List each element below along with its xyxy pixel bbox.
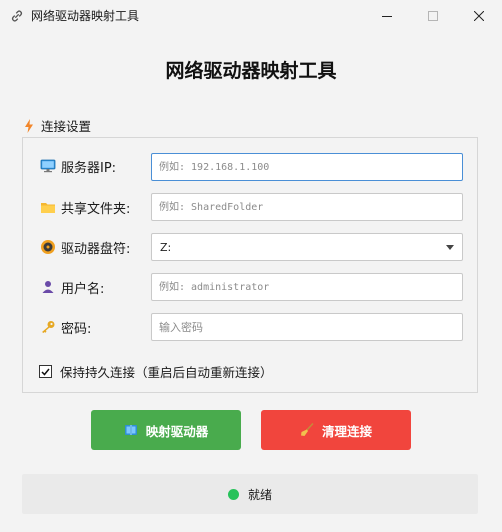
link-icon <box>12 10 22 21</box>
status-indicator-icon <box>227 488 239 500</box>
clear-connections-button[interactable]: 清理连接 <box>261 410 411 450</box>
drive-letter-select[interactable]: Z: <box>151 233 463 261</box>
title-bar: 网络驱动器映射工具 <box>0 0 502 31</box>
drive-label: 驱动器盘符: <box>61 241 131 257</box>
server-ip-input[interactable] <box>151 153 463 181</box>
map-drive-button-label: 映射驱动器 <box>145 423 209 439</box>
persistent-label: 保持持久连接（重启后自动重新连接） <box>60 365 273 380</box>
checkmark-icon <box>41 368 50 376</box>
maximize-button[interactable] <box>410 0 456 31</box>
password-input[interactable] <box>151 313 463 341</box>
close-button[interactable] <box>456 0 502 31</box>
page-title: 网络驱动器映射工具 <box>165 60 337 82</box>
drive-row: 驱动器盘符: <box>40 233 130 261</box>
persistent-checkbox[interactable] <box>39 365 52 378</box>
window-title: 网络驱动器映射工具 <box>31 9 140 23</box>
computer-icon <box>40 158 56 174</box>
minimize-icon <box>382 15 392 17</box>
section-title-text: 连接设置 <box>41 119 92 134</box>
section-title: 连接设置 <box>24 116 91 135</box>
server-row: 服务器IP: <box>40 152 116 180</box>
drive-letter-value: Z: <box>160 240 172 254</box>
close-icon <box>474 10 484 21</box>
share-row: 共享文件夹: <box>40 193 130 221</box>
disk-icon <box>40 239 56 255</box>
password-label: 密码: <box>61 321 92 337</box>
lightning-icon <box>25 118 33 133</box>
persistent-option[interactable]: 保持持久连接（重启后自动重新连接） <box>39 362 273 381</box>
username-input[interactable] <box>151 273 463 301</box>
book-icon <box>124 425 137 435</box>
window-controls <box>364 0 502 31</box>
shared-folder-input[interactable] <box>151 193 463 221</box>
user-icon <box>40 279 56 295</box>
folder-icon <box>40 199 56 215</box>
map-drive-button[interactable]: 映射驱动器 <box>91 410 241 450</box>
password-row: 密码: <box>40 313 91 341</box>
username-row: 用户名: <box>40 273 104 301</box>
username-label: 用户名: <box>61 281 105 297</box>
status-text: 就绪 <box>247 487 272 502</box>
status-bar: 就绪 <box>22 474 478 514</box>
clear-connections-button-label: 清理连接 <box>321 423 372 439</box>
broom-icon <box>300 423 314 436</box>
key-icon <box>40 319 56 335</box>
dropdown-arrow-icon <box>446 244 454 250</box>
share-label: 共享文件夹: <box>61 201 131 217</box>
server-label: 服务器IP: <box>61 160 117 176</box>
minimize-button[interactable] <box>364 0 410 31</box>
maximize-icon <box>428 10 438 21</box>
